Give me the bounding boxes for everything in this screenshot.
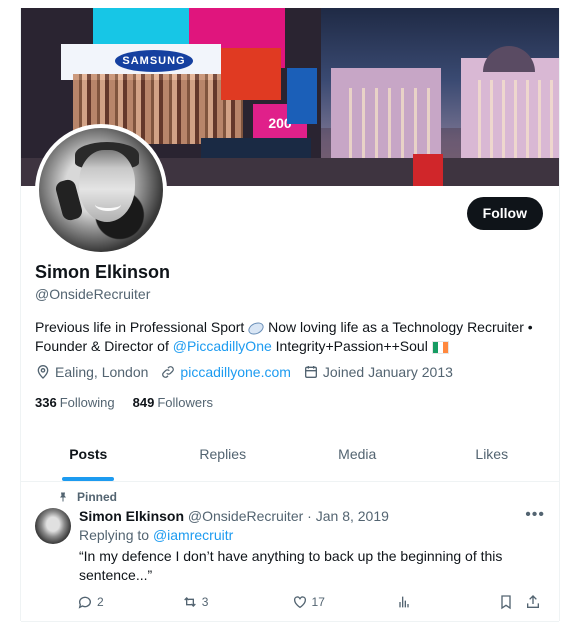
meta-joined: Joined January 2013 [303,364,453,380]
like-button[interactable]: 17 [292,594,397,610]
rugby-ball-icon [246,319,266,337]
avatar-face [79,150,135,222]
tab-likes[interactable]: Likes [425,428,560,481]
profile-avatar[interactable] [35,124,167,256]
share-button[interactable] [525,594,545,610]
tab-posts[interactable]: Posts [21,428,156,481]
meta-location: Ealing, London [35,364,148,380]
bookmark-button[interactable] [498,594,525,610]
pinned-tweet[interactable]: Pinned Simon Elkinson @OnsideRecruiter ·… [21,482,559,622]
banner-screen-dark [201,138,311,158]
profile-handle: @OnsideRecruiter [35,286,151,302]
bookmark-icon [501,595,511,610]
bio-text-line2b: Integrity+Passion++Soul [275,338,428,354]
ireland-flag-icon [431,340,449,354]
meta-website[interactable]: piccadillyone.com [160,364,291,380]
reply-button[interactable]: 2 [77,594,182,610]
following-count: 336 [35,395,57,410]
more-icon[interactable]: ••• [525,506,545,524]
website-link[interactable]: piccadillyone.com [180,364,291,380]
banner-windows-far [469,80,553,170]
like-count: 17 [311,595,325,609]
share-icon [526,595,539,608]
banner-screen-blue [287,68,317,124]
tweet-separator: · [307,508,312,524]
bio-text-line1b: Now loving life as a Technology Recruite… [268,319,533,335]
following-stat[interactable]: 336 Following [35,395,115,410]
pin-icon [60,492,66,502]
tab-replies[interactable]: Replies [156,428,291,481]
avatar-smile [95,198,121,211]
avatar-image [39,128,163,252]
repost-button[interactable]: 3 [182,594,292,610]
repost-count: 3 [201,595,209,609]
pinned-indicator: Pinned [57,490,117,504]
profile-tabs: Posts Replies Media Likes [21,428,559,482]
tweet-author-name[interactable]: Simon Elkinson [79,508,184,524]
bio-text-line2a: Founder & Director of [35,338,169,354]
profile-bio: Previous life in Professional Sport Now … [35,318,545,356]
banner-screen-red [221,48,281,100]
reply-icon [78,596,91,609]
profile-name: Simon Elkinson [35,262,171,282]
profile-meta: Ealing, London piccadillyone.com Joined … [35,364,465,380]
like-icon [293,596,306,609]
bio-text-line1: Previous life in Professional Sport [35,319,245,335]
repost-icon [183,597,196,607]
views-icon [399,596,409,608]
profile-page: SAMSUNG 200 Follow Simon Elkinson @Onsid… [20,8,560,622]
tweet-actions: 2 3 17 [77,594,545,610]
link-icon [162,366,175,378]
tweet-date[interactable]: Jan 8, 2019 [316,508,389,524]
calendar-icon [304,366,317,378]
views-button[interactable] [396,594,498,610]
bio-mention-link[interactable]: @PiccadillyOne [173,338,272,354]
tweet-avatar[interactable] [35,508,71,544]
tweet-author-handle[interactable]: @OnsideRecruiter [188,508,303,524]
followers-stat[interactable]: 849 Followers [133,395,213,410]
followers-count: 849 [132,395,155,410]
reply-count: 2 [97,595,104,609]
follow-button[interactable]: Follow [466,197,543,230]
location-icon [37,365,49,379]
tab-media[interactable]: Media [290,428,425,481]
tweet-text: “In my defence I don’t have anything to … [79,548,503,583]
replying-to: Replying to @iamrecruitr [79,527,233,543]
tweet-header: Simon Elkinson @OnsideRecruiter · Jan 8,… [79,508,389,524]
followers-label: Followers [157,395,213,410]
joined-text: Joined January 2013 [322,364,453,380]
profile-stats: 336 Following 849 Followers [35,395,231,410]
location-text: Ealing, London [55,364,149,380]
replying-to-link[interactable]: @iamrecruitr [153,527,233,543]
banner-red-bus [413,154,443,186]
banner-samsung-sign: SAMSUNG [115,50,193,72]
following-label: Following [59,395,115,410]
pinned-label: Pinned [77,490,118,504]
replying-label: Replying to [79,527,150,543]
